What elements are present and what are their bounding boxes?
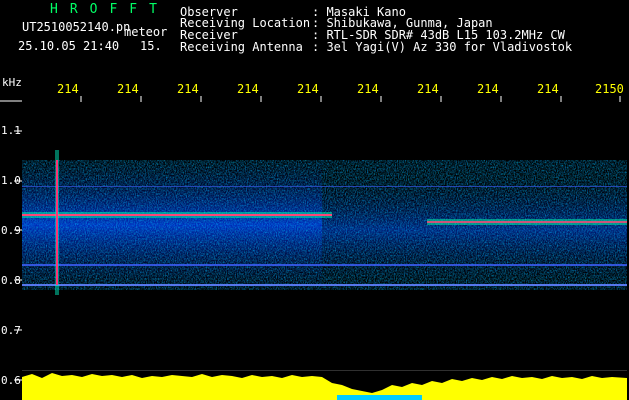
spectrogram xyxy=(22,102,627,370)
y-tick: 1.0 xyxy=(1,174,21,187)
y-tick: 0.9 xyxy=(1,224,21,237)
y-tick: 0.8 xyxy=(1,274,21,287)
y-tick: 0.7 xyxy=(1,324,21,337)
y-tick: 1.1 xyxy=(1,124,21,137)
y-tick: 0.6 xyxy=(1,374,21,387)
signal-histogram xyxy=(22,371,627,400)
